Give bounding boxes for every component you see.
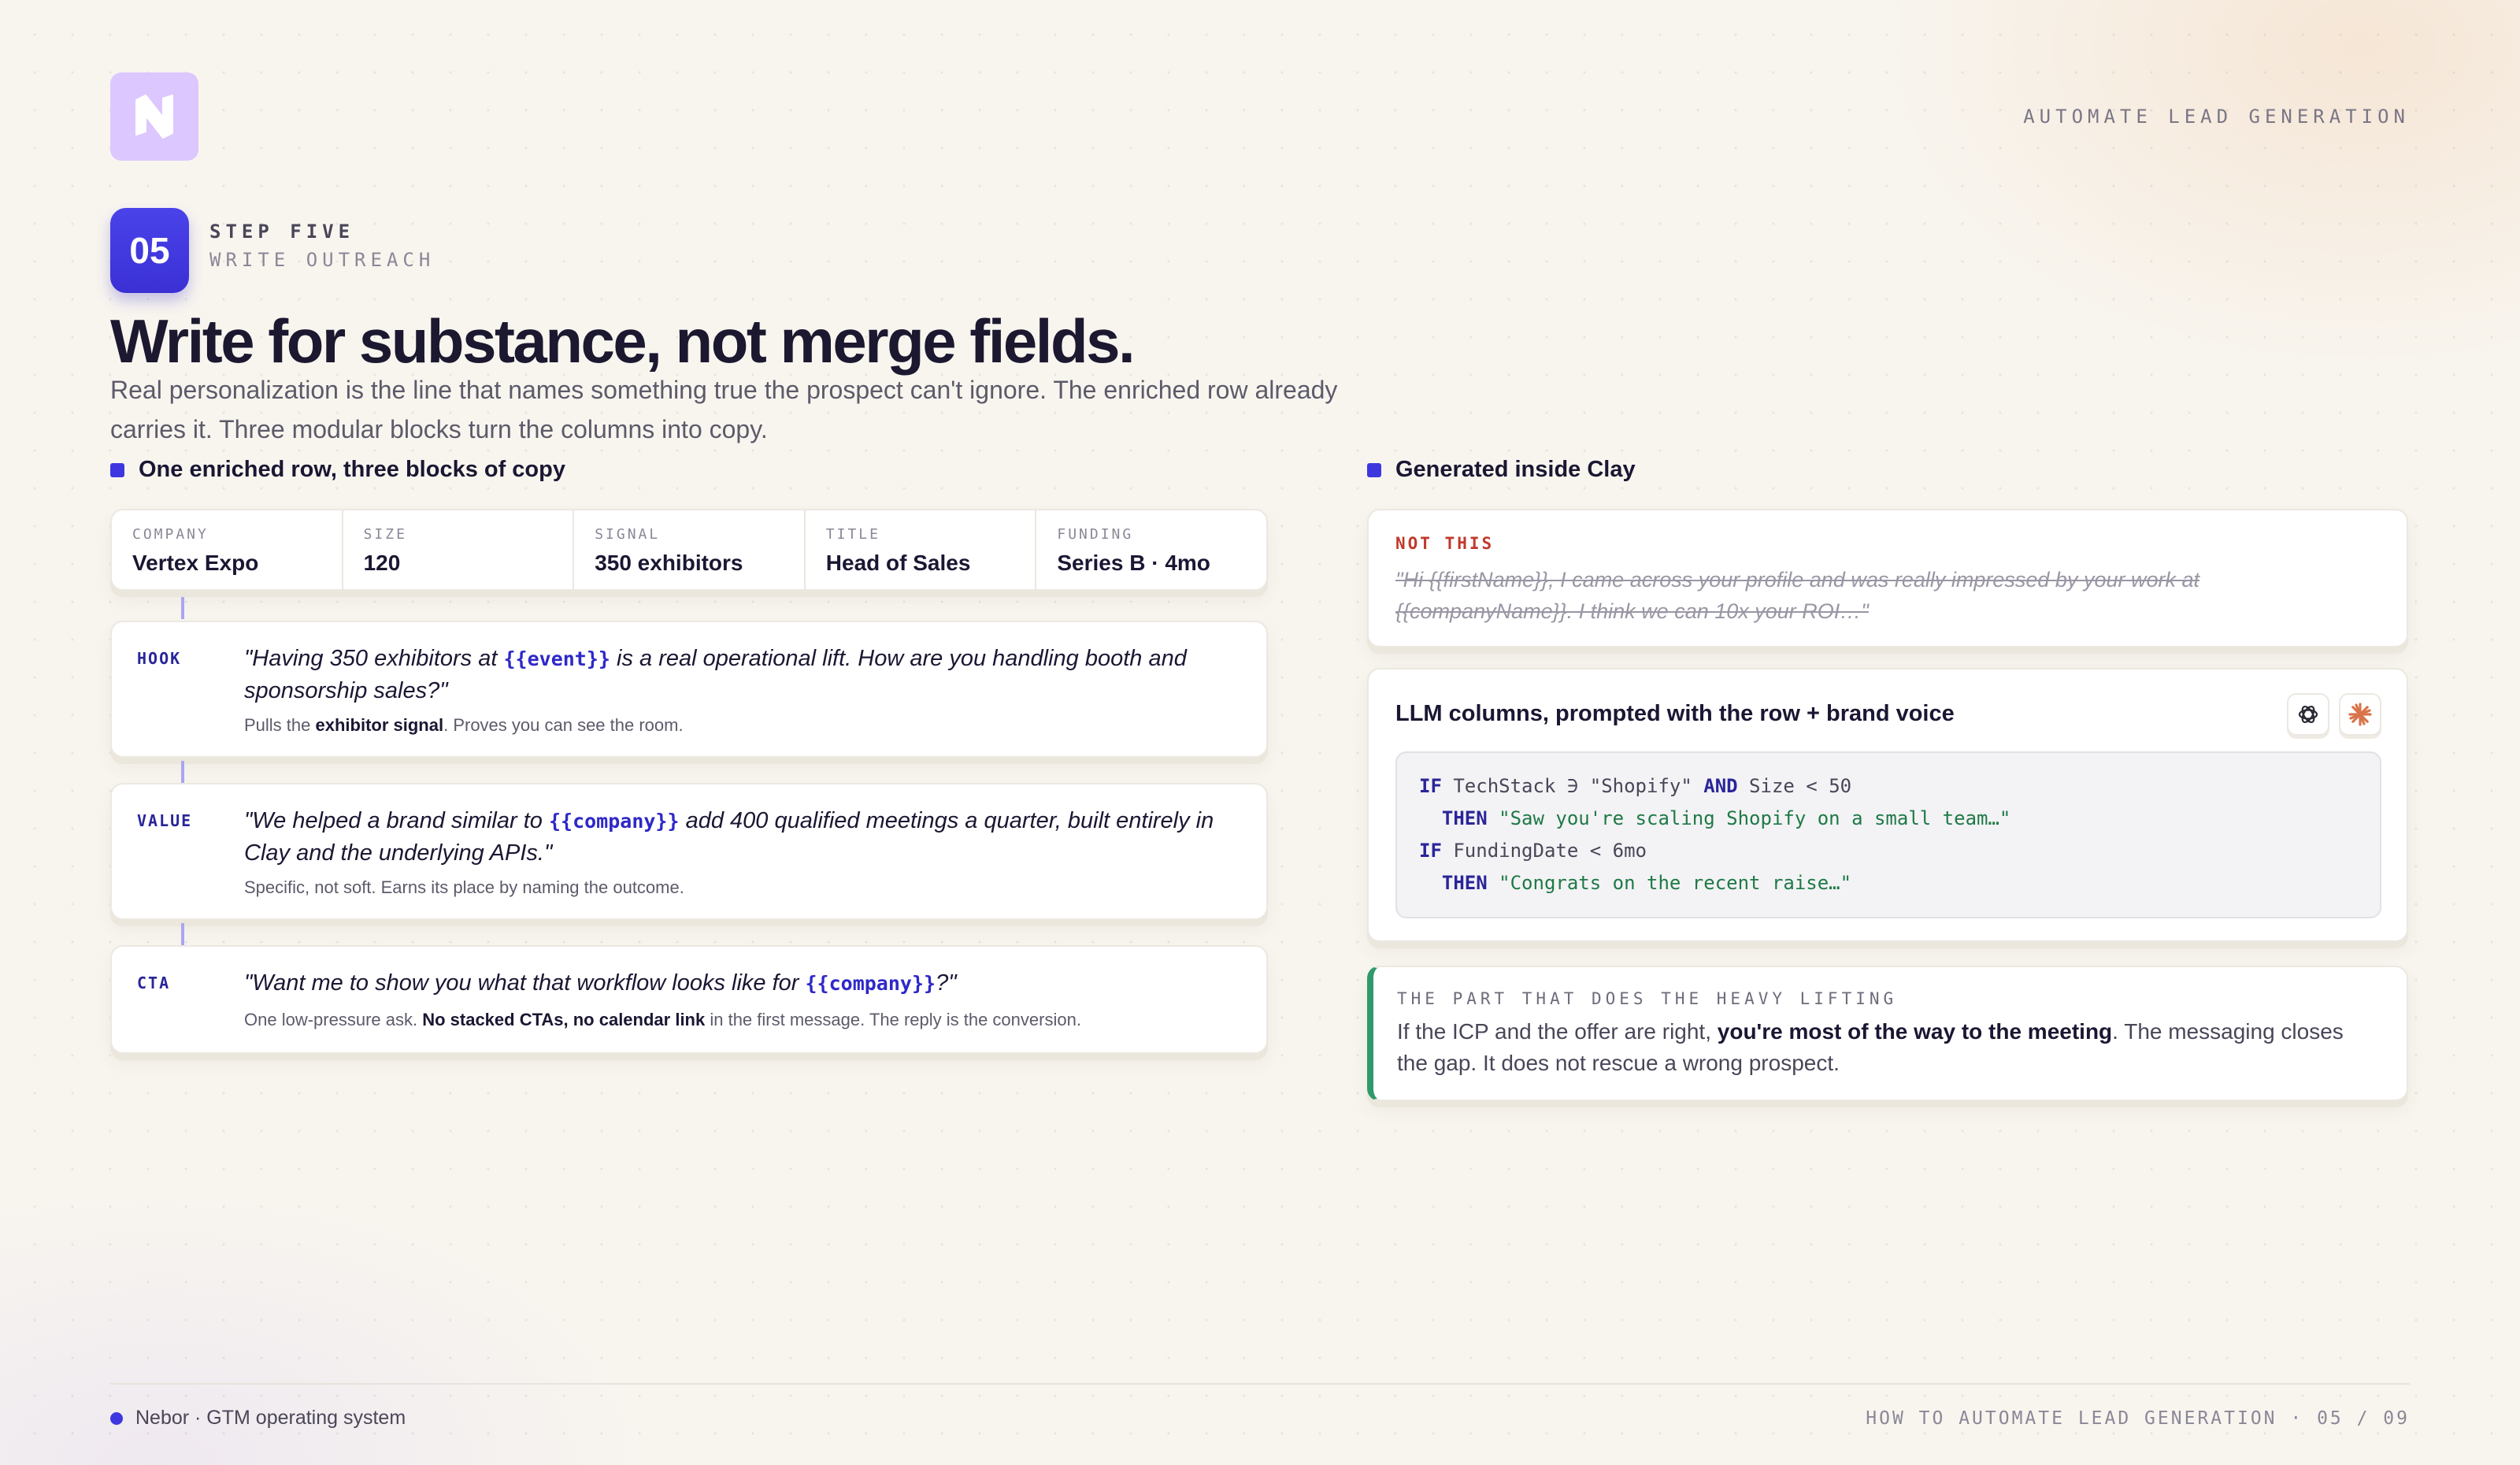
- block-note: Pulls the exhibitor signal. Proves you c…: [244, 715, 684, 735]
- step-number-badge: 05: [110, 208, 189, 293]
- left-section-label: One enriched row, three blocks of copy: [110, 457, 565, 483]
- row-cell-key: FUNDING: [1057, 526, 1134, 543]
- flow-connector: [181, 597, 184, 619]
- row-cell-funding: FUNDING Series B · 4mo: [1036, 510, 1266, 589]
- page-title: Write for substance, not merge fields.: [110, 306, 1136, 376]
- step-kicker: STEP FIVE: [209, 221, 355, 243]
- block-quote: "Want me to show you what that workflow …: [244, 970, 957, 996]
- flow-connector: [181, 761, 184, 783]
- not-this-example: NOT THIS "Hi {{firstName}}, I came acros…: [1367, 509, 2408, 647]
- footer-brand-text: Nebor · GTM operating system: [135, 1407, 406, 1429]
- block-note: One low-pressure ask. No stacked CTAs, n…: [244, 1010, 1081, 1029]
- footer-page-indicator: HOW TO AUTOMATE LEAD GENERATION · 05 / 0…: [1866, 1408, 2410, 1429]
- row-cell-value: Vertex Expo: [132, 551, 259, 575]
- claude-icon: [2339, 693, 2381, 736]
- not-this-label: NOT THIS: [1395, 534, 1495, 553]
- row-cell-company: COMPANY Vertex Expo: [112, 510, 343, 589]
- row-cell-key: TITLE: [825, 526, 880, 543]
- merge-variable: {{company}}: [548, 810, 680, 833]
- row-cell-value: Head of Sales: [825, 551, 971, 575]
- brand-dot-icon: [110, 1411, 123, 1425]
- block-tag: CTA: [137, 974, 171, 992]
- section-marker-icon: [110, 462, 124, 477]
- block-tag: HOOK: [137, 649, 182, 668]
- block-tag: VALUE: [137, 811, 193, 830]
- enriched-row: COMPANY Vertex Expo SIZE 120 SIGNAL 350 …: [110, 509, 1268, 591]
- openai-icon: [2287, 693, 2329, 736]
- heavy-lifting-callout: THE PART THAT DOES THE HEAVY LIFTING If …: [1367, 966, 2408, 1101]
- not-this-text: "Hi {{firstName}}, I came across your pr…: [1395, 568, 2199, 623]
- block-quote: "We helped a brand similar to {{company}…: [244, 808, 1214, 866]
- hook-block: HOOK "Having 350 exhibitors at {{event}}…: [110, 621, 1268, 758]
- block-quote: "Having 350 exhibitors at {{event}} is a…: [244, 646, 1187, 703]
- merge-variable: {{event}}: [503, 647, 610, 670]
- callout-text: If the ICP and the offer are right, you'…: [1397, 1019, 2344, 1075]
- right-section-label-text: Generated inside Clay: [1395, 457, 1636, 482]
- block-note: Specific, not soft. Earns its place by n…: [244, 877, 684, 897]
- flow-connector: [181, 923, 184, 945]
- row-cell-signal: SIGNAL 350 exhibitors: [574, 510, 806, 589]
- llm-card-title: LLM columns, prompted with the row + bra…: [1395, 701, 1955, 726]
- merge-variable: {{company}}: [805, 972, 936, 995]
- footer-divider: [110, 1383, 2410, 1385]
- llm-provider-icons: [2287, 693, 2381, 736]
- row-cell-value: Series B · 4mo: [1057, 551, 1210, 575]
- llm-prompt-code: IF TechStack ∋ "Shopify" AND Size < 50 T…: [1395, 751, 2381, 918]
- page-lede: Real personalization is the line that na…: [110, 376, 1338, 443]
- nebor-logo-icon: [110, 72, 198, 161]
- callout-label: THE PART THAT DOES THE HEAVY LIFTING: [1397, 989, 1898, 1008]
- step-subtitle: WRITE OUTREACH: [209, 249, 435, 271]
- row-cell-size: SIZE 120: [343, 510, 575, 589]
- footer-brand: Nebor · GTM operating system: [110, 1407, 406, 1430]
- row-cell-key: COMPANY: [132, 526, 209, 543]
- llm-columns-card: LLM columns, prompted with the row + bra…: [1367, 668, 2408, 942]
- right-section-label: Generated inside Clay: [1367, 457, 1636, 483]
- row-cell-key: SIZE: [363, 526, 407, 543]
- left-section-label-text: One enriched row, three blocks of copy: [139, 457, 565, 482]
- row-cell-value: 120: [363, 551, 401, 575]
- row-cell-title: TITLE Head of Sales: [806, 510, 1037, 589]
- section-marker-icon: [1367, 462, 1381, 477]
- row-cell-key: SIGNAL: [595, 526, 661, 543]
- value-block: VALUE "We helped a brand similar to {{co…: [110, 783, 1268, 920]
- deck-title: AUTOMATE LEAD GENERATION: [2023, 106, 2410, 128]
- cta-block: CTA "Want me to show you what that workf…: [110, 945, 1268, 1054]
- row-cell-value: 350 exhibitors: [595, 551, 743, 575]
